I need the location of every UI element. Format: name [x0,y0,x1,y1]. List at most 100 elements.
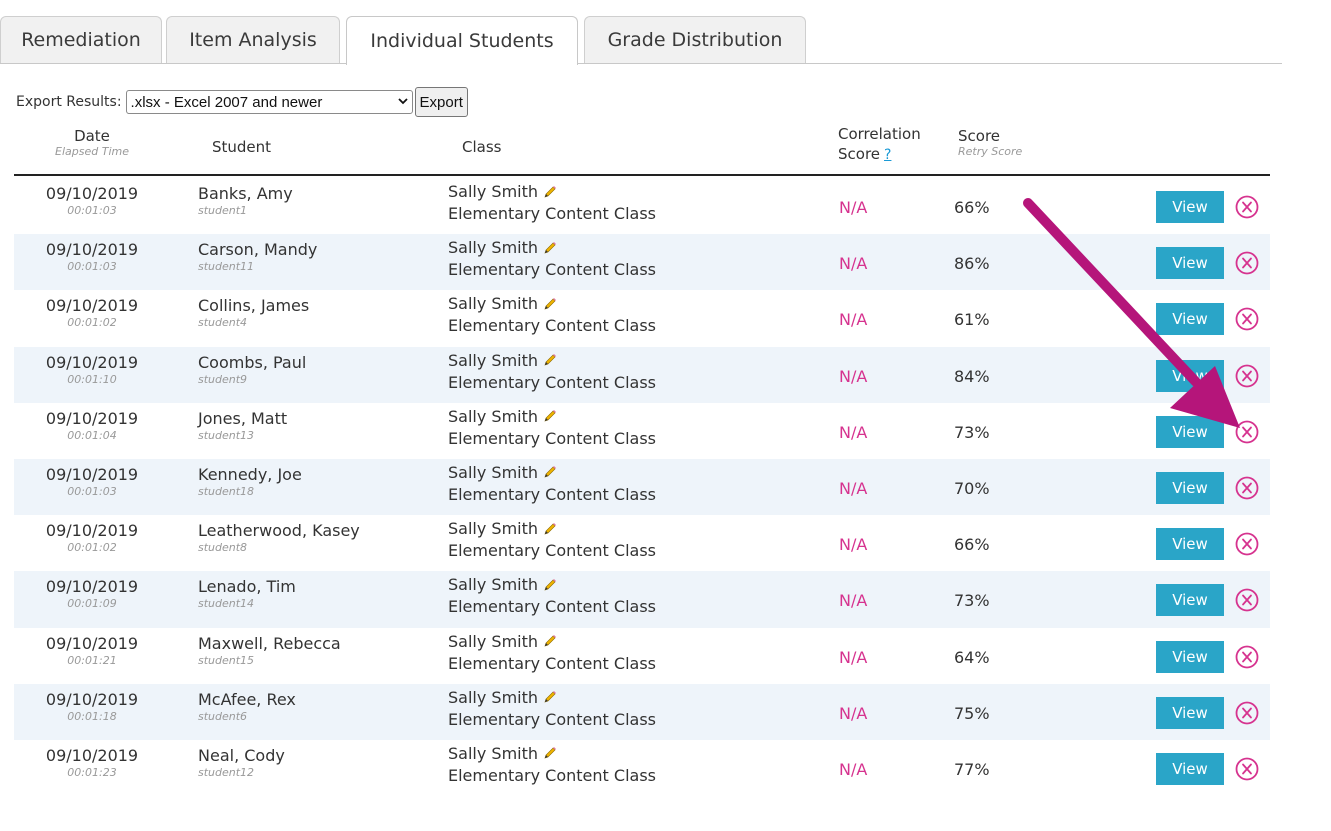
pencil-icon[interactable] [543,746,557,760]
date-cell: 09/10/2019 00:01:02 [14,521,170,554]
student-cell: McAfee, Rex student6 [198,690,296,723]
tab-grade-distribution[interactable]: Grade Distribution [584,16,806,63]
view-button[interactable]: View [1156,584,1224,617]
teacher-name: Sally Smith [448,350,539,370]
correlation-help-link[interactable]: ? [884,147,891,163]
pencil-icon[interactable] [543,297,557,311]
header-class[interactable]: Class [462,138,501,156]
student-name: Coombs, Paul [198,352,307,372]
delete-result-button[interactable] [1234,644,1260,670]
class-name: Elementary Content Class [448,765,656,785]
delete-result-button[interactable] [1234,194,1260,220]
class-name: Elementary Content Class [448,372,656,392]
date-cell: 09/10/2019 00:01:04 [14,409,170,442]
correlation-score-value: N/A [839,535,868,555]
pencil-icon[interactable] [543,690,557,704]
class-name: Elementary Content Class [448,541,656,561]
view-button[interactable]: View [1156,528,1224,561]
delete-result-button[interactable] [1234,250,1260,276]
student-username: student12 [198,765,255,779]
pencil-icon[interactable] [543,185,557,199]
table-row: 09/10/2019 00:01:21 Maxwell, Rebecca stu… [14,628,1270,684]
date-cell: 09/10/2019 00:01:03 [14,240,170,273]
delete-result-button[interactable] [1234,756,1260,782]
date-cell: 09/10/2019 00:01:02 [14,296,170,329]
table-row: 09/10/2019 00:01:23 Neal, Cody student12… [14,740,1270,796]
view-button[interactable]: View [1156,640,1224,673]
correlation-score-value: N/A [839,759,868,779]
circle-x-icon [1235,701,1259,725]
teacher-name: Sally Smith [448,462,539,482]
tab-remediation[interactable]: Remediation [0,16,162,63]
delete-result-button[interactable] [1234,475,1260,501]
elapsed-time-value: 00:01:03 [67,204,117,217]
date-value: 09/10/2019 [45,577,139,597]
class-cell: Sally Smith Elementary Content Class [448,407,656,448]
class-cell: Sally Smith Elementary Content Class [448,575,656,616]
view-button[interactable]: View [1156,191,1224,223]
view-button[interactable]: View [1156,247,1224,280]
tab-individual-students[interactable]: Individual Students [346,16,578,65]
header-date-label: Date [74,127,110,145]
pencil-icon[interactable] [543,578,557,592]
export-format-select[interactable]: .xlsx - Excel 2007 and newer [125,90,413,114]
header-date[interactable]: Date Elapsed Time [14,127,170,158]
teacher-name: Sally Smith [448,743,539,763]
student-name: Lenado, Tim [198,577,296,597]
student-name: Kennedy, Joe [198,464,302,484]
date-cell: 09/10/2019 00:01:03 [14,465,170,498]
view-button[interactable]: View [1156,415,1224,448]
correlation-score-value: N/A [839,478,868,498]
student-cell: Jones, Matt student13 [198,409,287,442]
delete-result-button[interactable] [1234,363,1260,389]
view-button[interactable]: View [1156,696,1224,729]
correlation-score-value: N/A [839,591,868,611]
view-button[interactable]: View [1156,471,1224,504]
date-value: 09/10/2019 [45,633,139,653]
date-value: 09/10/2019 [45,184,139,203]
table-row: 09/10/2019 00:01:02 Collins, James stude… [14,290,1270,346]
correlation-score-value: N/A [839,254,868,274]
circle-x-icon [1235,307,1259,331]
student-name: Maxwell, Rebecca [198,633,341,653]
class-cell: Sally Smith Elementary Content Class [448,294,656,335]
pencil-icon[interactable] [543,241,557,255]
delete-result-button[interactable] [1234,419,1260,445]
view-button[interactable]: View [1156,359,1224,392]
table-row: 09/10/2019 00:01:04 Jones, Matt student1… [14,403,1270,459]
date-value: 09/10/2019 [45,521,139,541]
student-username: student4 [198,316,248,330]
date-cell: 09/10/2019 00:01:21 [14,634,170,667]
delete-result-button[interactable] [1234,306,1260,332]
student-username: student14 [198,597,255,611]
view-button[interactable]: View [1156,303,1224,336]
pencil-icon[interactable] [543,522,557,536]
view-button[interactable]: View [1156,752,1224,785]
header-score-label: Score [958,127,1001,145]
header-student[interactable]: Student [212,138,271,156]
tab-item-analysis[interactable]: Item Analysis [166,16,340,63]
pencil-icon[interactable] [543,409,557,423]
student-cell: Collins, James student4 [198,296,309,329]
score-value: 70% [954,478,990,498]
pencil-icon[interactable] [543,353,557,367]
teacher-name: Sally Smith [448,519,539,539]
pencil-icon[interactable] [543,634,557,648]
student-cell: Coombs, Paul student9 [198,353,306,386]
class-cell: Sally Smith Elementary Content Class [448,182,656,223]
delete-result-button[interactable] [1234,587,1260,613]
delete-result-button[interactable] [1234,700,1260,726]
pencil-icon[interactable] [543,465,557,479]
date-cell: 09/10/2019 00:01:09 [14,577,170,610]
correlation-score-value: N/A [839,198,868,217]
class-name: Elementary Content Class [448,653,656,673]
class-cell: Sally Smith Elementary Content Class [448,632,656,673]
results-table-body: 09/10/2019 00:01:03 Banks, Amy student1 … [14,178,1270,796]
export-label: Export Results: [16,94,122,110]
correlation-score-value: N/A [839,703,868,723]
header-correlation[interactable]: Correlation Score? [838,124,921,165]
circle-x-icon [1235,532,1259,556]
export-button[interactable]: Export [414,87,468,117]
delete-result-button[interactable] [1234,531,1260,557]
header-score[interactable]: Score Retry Score [958,127,1022,158]
